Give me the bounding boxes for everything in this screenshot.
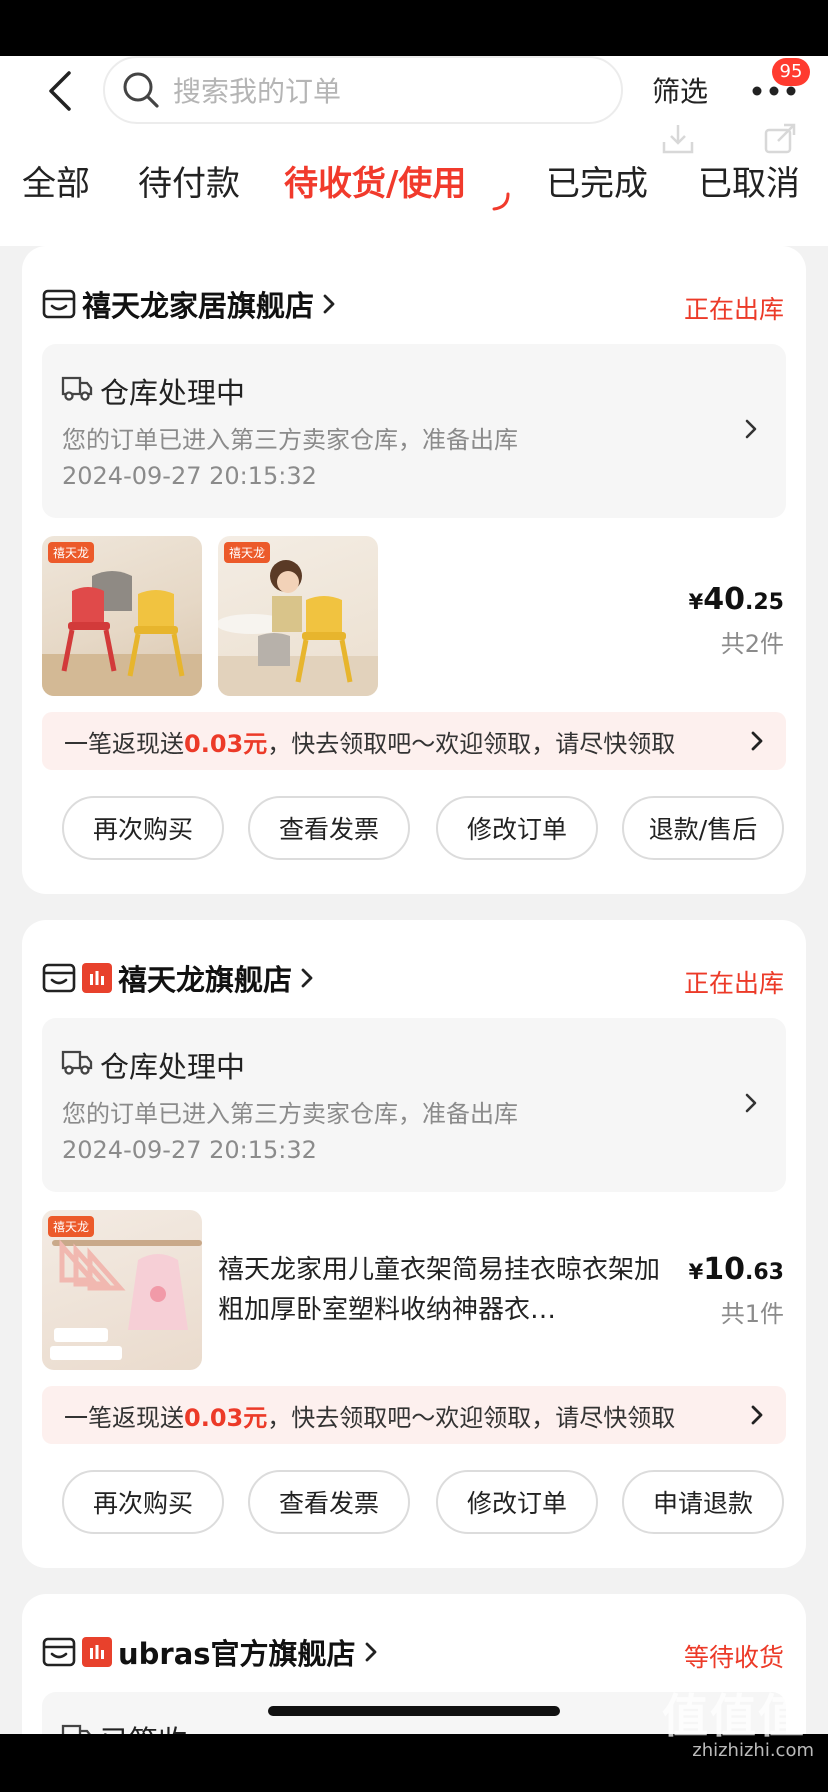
order-status: 正在出库: [683, 969, 784, 998]
item-count: 共1件: [720, 1300, 784, 1328]
more-icon: [752, 86, 796, 96]
logistics-description: 您的订单已进入第三方卖家仓库，准备出库: [62, 1100, 518, 1128]
modify-order-button[interactable]: 修改订单: [436, 1470, 598, 1534]
buy-again-button[interactable]: 再次购买: [62, 796, 224, 860]
order-price: ¥40.25: [688, 582, 784, 617]
chevron-left-icon: [49, 71, 71, 111]
brand-tag: 禧天龙: [48, 542, 95, 563]
cashback-suffix: ，快去领取吧～欢迎领取，请尽快领取: [267, 1403, 676, 1432]
chevron-right-icon: [751, 731, 763, 751]
shop-header[interactable]: 禧天龙家居旗舰店: [42, 284, 336, 324]
logistics-time: 2024-09-27 20:15:32: [62, 1136, 317, 1164]
view-invoice-button[interactable]: 查看发票: [248, 1470, 410, 1534]
tab-pending-receipt[interactable]: 待收货/使用: [284, 156, 466, 205]
product-thumbnail[interactable]: 禧天龙: [42, 536, 202, 696]
search-input[interactable]: 搜索我的订单: [103, 56, 623, 124]
buy-again-button[interactable]: 再次购买: [62, 1470, 224, 1534]
refund-after-sale-button[interactable]: 退款/售后: [622, 796, 784, 860]
shop-header[interactable]: ubras官方旗舰店: [42, 1632, 378, 1672]
chevron-right-icon: [323, 294, 335, 314]
chevron-right-icon: [301, 968, 313, 988]
search-placeholder: 搜索我的订单: [173, 75, 342, 108]
truck-icon: [61, 376, 93, 401]
active-tab-indicator: [492, 192, 510, 211]
shop-icon: [42, 963, 76, 993]
brand-tag: 禧天龙: [48, 1216, 95, 1237]
shop-name[interactable]: ubras官方旗舰店: [118, 1631, 356, 1673]
message-count-badge: 95: [772, 58, 810, 86]
tmall-icon: [82, 1637, 112, 1667]
product-thumbnail[interactable]: 禧天龙: [42, 1210, 202, 1370]
logistics-panel[interactable]: 仓库处理中 您的订单已进入第三方卖家仓库，准备出库 2024-09-27 20:…: [42, 1018, 786, 1192]
watermark-logo: 值值值: [662, 1689, 806, 1743]
brand-tag: 禧天龙: [224, 542, 271, 563]
watermark-url: zhizhizhi.com: [692, 1740, 814, 1761]
chevron-right-icon: [365, 1642, 376, 1662]
cashback-prefix: 一笔返现送: [64, 1403, 184, 1432]
logistics-panel[interactable]: 仓库处理中 您的订单已进入第三方卖家仓库，准备出库 2024-09-27 20:…: [42, 344, 786, 518]
shop-name[interactable]: 禧天龙旗舰店: [118, 957, 292, 999]
cashback-prefix: 一笔返现送: [64, 729, 184, 758]
shop-icon: [42, 1637, 76, 1667]
shop-header[interactable]: 禧天龙旗舰店: [42, 958, 314, 998]
tmall-icon: [82, 963, 112, 993]
logistics-description: 您的订单已进入第三方卖家仓库，准备出库: [62, 426, 518, 454]
back-button[interactable]: [40, 66, 80, 116]
product-thumbnail[interactable]: 禧天龙: [218, 536, 378, 696]
item-count: 共2件: [720, 630, 784, 658]
order-status: 等待收货: [683, 1643, 784, 1672]
logistics-time: 2024-09-27 20:15:32: [62, 462, 317, 490]
truck-icon: [61, 1050, 93, 1075]
cashback-amount: 0.03元: [184, 729, 268, 758]
tab-all[interactable]: 全部: [22, 156, 90, 205]
tab-cancelled[interactable]: 已取消: [698, 156, 800, 205]
order-price: ¥10.63: [688, 1252, 784, 1287]
tab-pending-payment[interactable]: 待付款: [138, 156, 240, 205]
cashback-banner[interactable]: 一笔返现送 0.03元 ，快去领取吧～欢迎领取，请尽快领取: [42, 712, 786, 770]
cashback-banner[interactable]: 一笔返现送 0.03元 ，快去领取吧～欢迎领取，请尽快领取: [42, 1386, 786, 1444]
logistics-title: 仓库处理中: [100, 1050, 246, 1084]
order-status: 正在出库: [683, 295, 784, 324]
cashback-suffix: ，快去领取吧～欢迎领取，请尽快领取: [267, 729, 676, 758]
shop-name[interactable]: 禧天龙家居旗舰店: [82, 283, 314, 325]
view-invoice-button[interactable]: 查看发票: [248, 796, 410, 860]
order-card[interactable]: 禧天龙旗舰店 正在出库 仓库处理中 您的订单已进入第三方卖家仓库，准备出库 20…: [22, 920, 806, 1568]
request-refund-button[interactable]: 申请退款: [622, 1470, 784, 1534]
modify-order-button[interactable]: 修改订单: [436, 796, 598, 860]
filter-button[interactable]: 筛选: [652, 70, 708, 110]
order-card[interactable]: 禧天龙家居旗舰店 正在出库 仓库处理中 您的订单已进入第三方卖家仓库，准备出库 …: [22, 246, 806, 894]
status-bar: [0, 0, 828, 56]
logistics-title: 仓库处理中: [100, 376, 246, 410]
chevron-right-icon: [745, 1093, 757, 1113]
chevron-right-icon: [745, 419, 757, 439]
shop-icon: [42, 289, 76, 319]
cashback-amount: 0.03元: [184, 1403, 268, 1432]
search-icon: [123, 72, 159, 108]
order-tabs: 全部 待付款 待收货/使用 已完成 已取消: [0, 150, 828, 220]
home-indicator[interactable]: [268, 1706, 560, 1716]
chevron-right-icon: [751, 1405, 763, 1425]
tab-completed[interactable]: 已完成: [546, 156, 648, 205]
product-title[interactable]: 禧天龙家用儿童衣架简易挂衣晾衣架加粗加厚卧室塑料收纳神器衣…: [218, 1250, 678, 1330]
